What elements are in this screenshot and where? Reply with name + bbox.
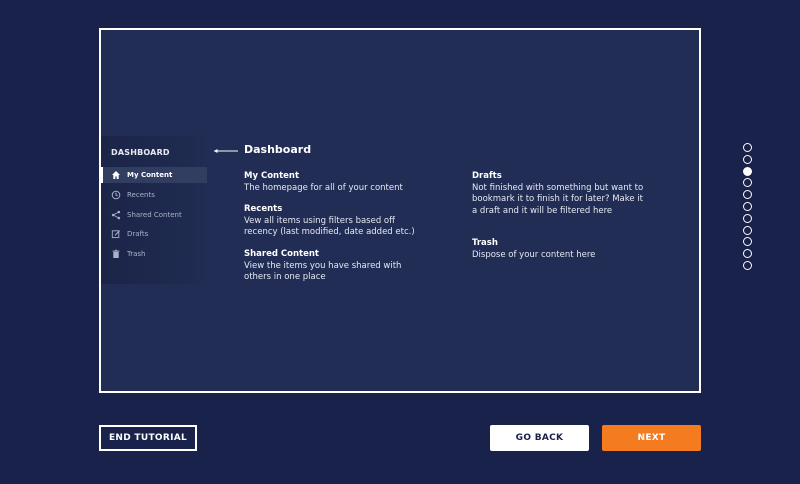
sidebar-item-label: Drafts — [127, 230, 149, 238]
desc-body: View the items you have shared with othe… — [244, 260, 402, 283]
tutorial-frame: DASHBOARD My Content Recents Shared Cont… — [99, 28, 701, 393]
trash-icon — [111, 249, 121, 259]
dashboard-sidebar: DASHBOARD My Content Recents Shared Cont… — [101, 136, 207, 284]
desc-drafts: Drafts Not finished with something but w… — [472, 171, 644, 217]
step-dot[interactable] — [743, 225, 752, 235]
desc-shared-content: Shared Content View the items you have s… — [244, 249, 424, 284]
step-indicator — [743, 143, 755, 273]
edit-icon — [111, 229, 121, 239]
sidebar-item-label: My Content — [127, 171, 173, 179]
sidebar-item-label: Trash — [127, 250, 146, 258]
desc-title: Shared Content — [244, 249, 319, 259]
clock-icon — [111, 190, 121, 200]
desc-my-content: My Content The homepage for all of your … — [244, 171, 419, 194]
step-dot[interactable] — [743, 260, 752, 270]
step-dot[interactable] — [743, 190, 752, 200]
desc-body: Dispose of your content here — [472, 249, 596, 260]
sidebar-item-shared-content[interactable]: Shared Content — [101, 207, 207, 223]
desc-title: Recents — [244, 204, 283, 214]
sidebar-item-trash[interactable]: Trash — [101, 246, 207, 262]
go-back-button[interactable]: GO BACK — [490, 425, 589, 451]
sidebar-item-label: Recents — [127, 191, 155, 199]
step-dot[interactable] — [743, 213, 752, 223]
sidebar-item-my-content[interactable]: My Content — [101, 167, 207, 183]
step-dot[interactable] — [743, 166, 752, 176]
desc-body: Vew all items using filters based off re… — [244, 215, 415, 238]
pointer-arrow-icon — [214, 149, 238, 153]
desc-body: Not finished with something but want to … — [472, 182, 644, 216]
sidebar-item-recents[interactable]: Recents — [101, 187, 207, 203]
desc-trash: Trash Dispose of your content here — [472, 238, 644, 261]
step-dot[interactable] — [743, 237, 752, 247]
desc-title: Trash — [472, 238, 498, 248]
desc-recents: Recents Vew all items using filters base… — [244, 204, 424, 239]
step-dot[interactable] — [743, 201, 752, 211]
step-dot[interactable] — [743, 154, 752, 164]
desc-title: My Content — [244, 171, 300, 181]
desc-body: The homepage for all of your content — [244, 182, 403, 193]
desc-title: Drafts — [472, 171, 502, 181]
end-tutorial-button[interactable]: END TUTORIAL — [99, 425, 197, 451]
step-dot[interactable] — [743, 143, 752, 152]
next-button[interactable]: NEXT — [602, 425, 701, 451]
sidebar-item-label: Shared Content — [127, 211, 182, 219]
sidebar-item-drafts[interactable]: Drafts — [101, 226, 207, 242]
home-icon — [111, 170, 121, 180]
step-dot[interactable] — [743, 249, 752, 259]
tutorial-heading: Dashboard — [244, 143, 312, 156]
share-icon — [111, 210, 121, 220]
sidebar-title: DASHBOARD — [111, 148, 170, 157]
step-dot[interactable] — [743, 178, 752, 188]
